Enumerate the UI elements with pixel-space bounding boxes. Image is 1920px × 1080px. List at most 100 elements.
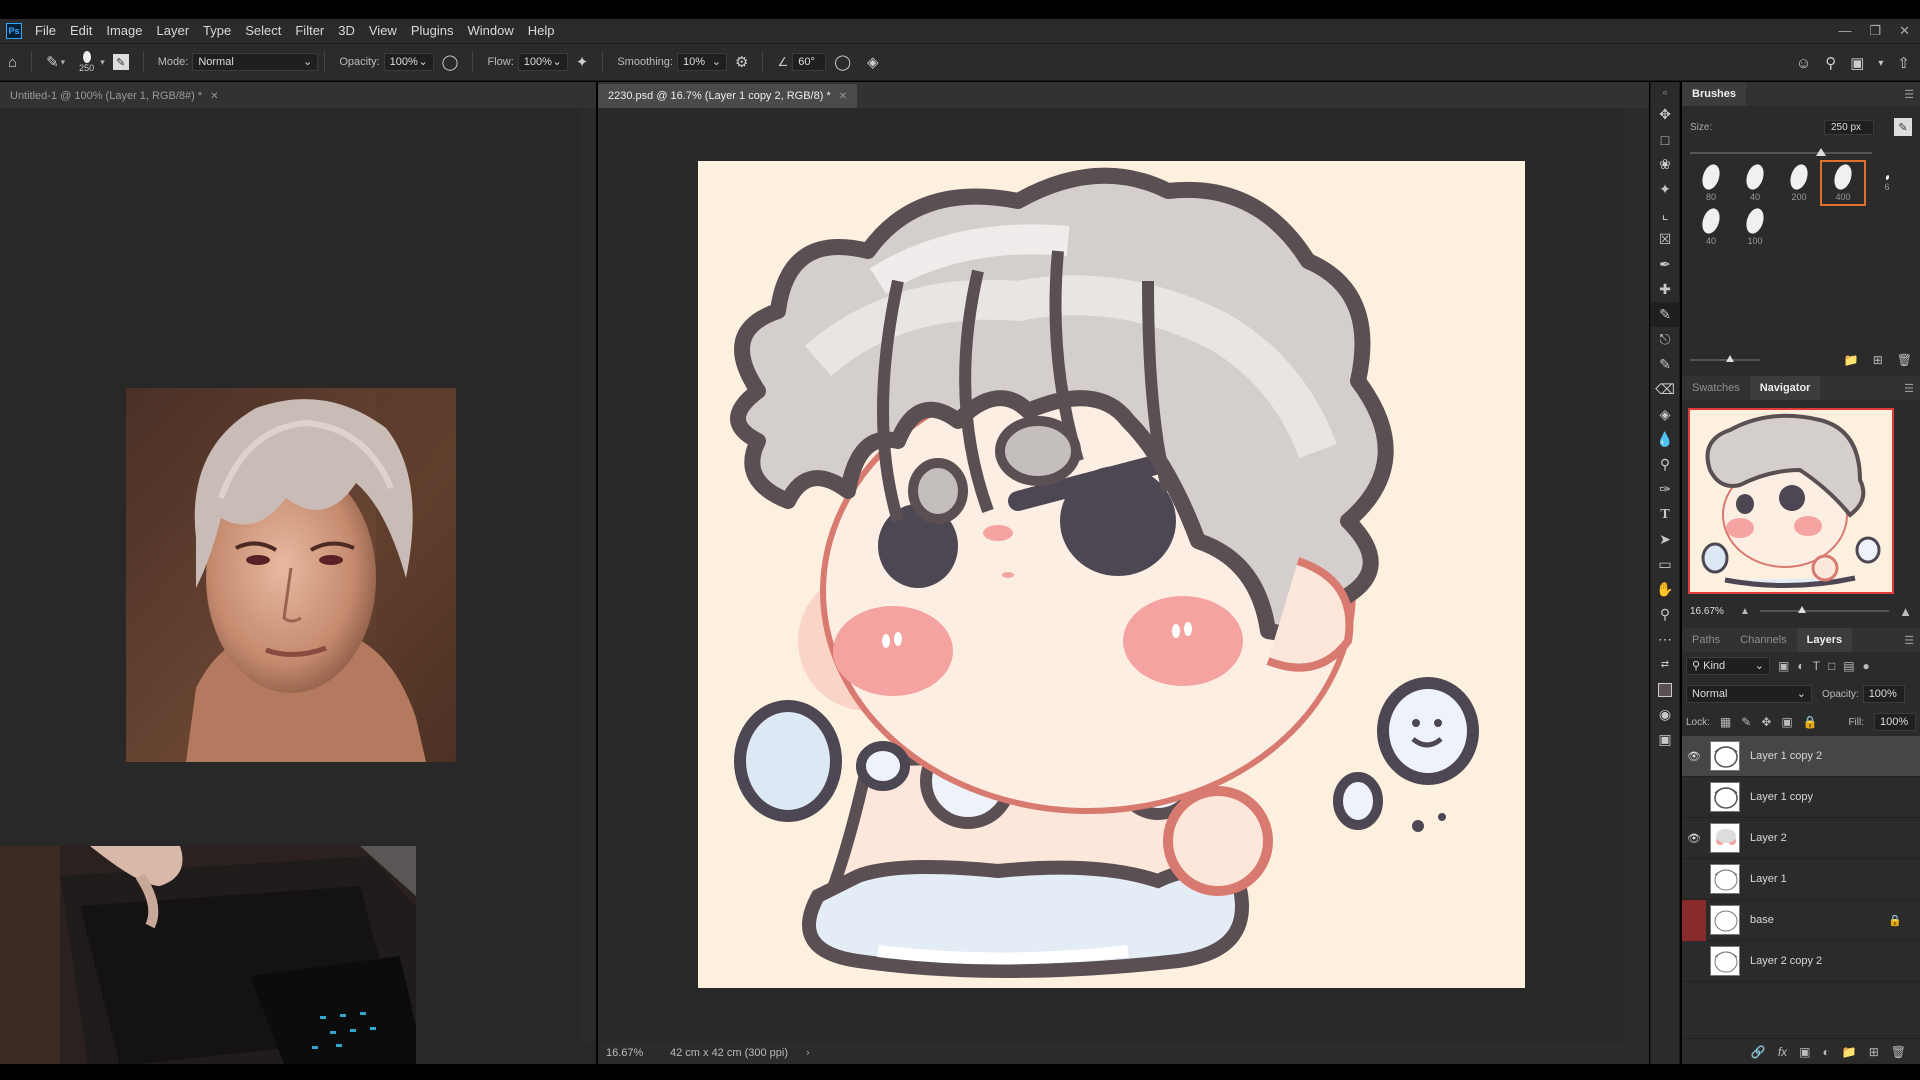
layer-row[interactable]: Layer 1 copy [1682, 777, 1920, 818]
type-tool-icon[interactable]: T [1651, 502, 1679, 527]
mode-dropdown[interactable]: Normal ⌄ [192, 53, 319, 71]
scrollbar-vertical[interactable] [580, 108, 596, 1042]
tab-layers[interactable]: Layers [1796, 628, 1853, 652]
folder-icon[interactable]: 📁 [1842, 1045, 1857, 1059]
tab-navigator[interactable]: Navigator [1749, 376, 1821, 400]
fill-field[interactable]: 100% [1874, 713, 1916, 731]
lock-transparent-icon[interactable]: ▦ [1720, 715, 1731, 729]
zoom-tool-icon[interactable]: ⚲ [1651, 602, 1679, 627]
hand-tool-icon[interactable]: ✋ [1651, 577, 1679, 602]
foreground-color[interactable] [1658, 682, 1672, 697]
navigator-zoom-value[interactable]: 16.67% [1690, 606, 1740, 617]
paint-bucket-icon[interactable]: ◈ [1651, 402, 1679, 427]
brush-preset-picker[interactable]: 250 [79, 51, 94, 73]
search-icon[interactable]: ⚲ [1825, 54, 1836, 72]
navigator-viewport[interactable] [1688, 408, 1894, 594]
brush-settings-icon[interactable]: ✎ [112, 54, 129, 70]
opacity-field[interactable]: 100% ⌄ [383, 53, 434, 71]
lasso-tool-icon[interactable]: ❀ [1651, 152, 1679, 177]
path-select-icon[interactable]: ➤ [1651, 527, 1679, 552]
menu-layer[interactable]: Layer [150, 19, 197, 43]
link-icon[interactable]: 🔗 [1751, 1045, 1766, 1059]
eraser-icon[interactable]: ⌫ [1651, 377, 1679, 402]
flow-field[interactable]: 100% ⌄ [517, 53, 568, 71]
layer-opacity-field[interactable]: 100% [1862, 685, 1905, 703]
size-field[interactable]: 250 px [1824, 119, 1874, 135]
collapse-icon[interactable]: « [1651, 82, 1679, 102]
filter-kind-dropdown[interactable]: ⚲ Kind ⌄ [1686, 657, 1770, 675]
trash-icon[interactable]: 🗑 [1897, 353, 1912, 367]
brush-preset[interactable]: 80 [1690, 162, 1732, 204]
frame-tool-icon[interactable]: ☒ [1651, 227, 1679, 252]
tab-channels[interactable]: Channels [1730, 628, 1796, 652]
panel-menu-icon[interactable]: ☰ [1904, 382, 1914, 395]
history-brush-icon[interactable]: ✎ [1651, 352, 1679, 377]
stamp-tool-icon[interactable]: ⎋ [1651, 327, 1679, 352]
lock-pixels-icon[interactable]: ✎ [1741, 715, 1751, 729]
layer-row[interactable]: base 🔒 [1682, 899, 1920, 941]
layer-row[interactable]: 👁 Layer 2 [1682, 818, 1920, 859]
screen-mode-icon[interactable]: ▣ [1651, 727, 1679, 752]
size-slider[interactable] [1690, 148, 1912, 158]
smoothing-field[interactable]: 10% ⌄ [676, 53, 727, 71]
slider-thumb[interactable] [1816, 148, 1826, 156]
panel-menu-icon[interactable]: ☰ [1904, 88, 1914, 101]
healing-brush-icon[interactable]: ✚ [1651, 277, 1679, 302]
tab-paths[interactable]: Paths [1682, 628, 1730, 652]
filter-toggle-icon[interactable]: ● [1863, 659, 1870, 673]
minimize-icon[interactable]: — [1838, 19, 1851, 43]
share-user-icon[interactable]: ☺ [1796, 55, 1811, 72]
visibility-toggle[interactable] [1682, 899, 1706, 941]
gear-icon[interactable]: ⚙ [735, 53, 748, 71]
pressure-opacity-icon[interactable]: ◯ [442, 53, 459, 71]
chevron-down-icon[interactable]: ▾ [1878, 58, 1883, 69]
tab-brushes[interactable]: Brushes [1682, 82, 1747, 106]
brush-preset[interactable]: 6 [1866, 162, 1908, 204]
more-tools-icon[interactable]: ⋯ [1651, 627, 1679, 652]
add-icon[interactable]: ⊞ [1873, 353, 1883, 367]
swap-colors-icon[interactable]: ⇄ [1651, 652, 1679, 677]
restore-icon[interactable]: ❐ [1869, 19, 1881, 43]
menu-filter[interactable]: Filter [288, 19, 331, 43]
marquee-tool-icon[interactable]: □ [1651, 127, 1679, 152]
adjustment-icon[interactable]: ◐ [1823, 1045, 1830, 1059]
brush-tool-icon[interactable]: ✎ [1651, 302, 1679, 327]
menu-3d[interactable]: 3D [331, 19, 362, 43]
brush-preset[interactable]: 40 [1734, 162, 1776, 204]
filter-smart-object-icon[interactable]: ▤ [1843, 659, 1854, 673]
chevron-right-icon[interactable]: › [806, 1047, 810, 1059]
menu-plugins[interactable]: Plugins [404, 19, 461, 43]
tab-untitled-1[interactable]: Untitled-1 @ 100% (Layer 1, RGB/8#) * ✕ [0, 84, 229, 108]
tab-2230-psd[interactable]: 2230.psd @ 16.7% (Layer 1 copy 2, RGB/8)… [598, 84, 858, 108]
add-icon[interactable]: ⊞ [1869, 1045, 1879, 1059]
pen-tool-icon[interactable]: ✑ [1651, 477, 1679, 502]
crop-tool-icon[interactable]: ⌞ [1651, 202, 1679, 227]
close-icon[interactable]: ✕ [839, 91, 847, 102]
color-swatches-icon[interactable] [1651, 677, 1679, 702]
magic-wand-icon[interactable]: ✦ [1651, 177, 1679, 202]
mask-icon[interactable]: ▣ [1799, 1045, 1810, 1059]
menu-select[interactable]: Select [238, 19, 288, 43]
zoom-out-icon[interactable]: ▲ [1740, 606, 1750, 617]
airbrush-icon[interactable]: ✦ [576, 53, 589, 71]
pressure-size-icon[interactable]: ◯ [834, 53, 851, 71]
menu-file[interactable]: File [28, 19, 63, 43]
tab-swatches[interactable]: Swatches [1682, 376, 1750, 400]
blend-mode-dropdown[interactable]: Normal ⌄ [1686, 685, 1812, 703]
filter-adjustment-icon[interactable]: ◐ [1797, 659, 1804, 673]
new-brush-icon[interactable]: ✎ [1894, 118, 1912, 136]
folder-icon[interactable]: 📁 [1844, 353, 1859, 367]
preview-size-slider[interactable] [1690, 355, 1760, 362]
navigator-zoom-slider[interactable] [1759, 606, 1890, 613]
filter-shape-icon[interactable]: □ [1828, 659, 1835, 673]
menu-edit[interactable]: Edit [63, 19, 99, 43]
menu-image[interactable]: Image [99, 19, 149, 43]
dodge-tool-icon[interactable]: ⚲ [1651, 452, 1679, 477]
panel-menu-icon[interactable]: ☰ [1904, 634, 1914, 647]
brush-tool-icon[interactable]: ✎ [46, 53, 59, 71]
blur-tool-icon[interactable]: 💧 [1651, 427, 1679, 452]
menu-help[interactable]: Help [521, 19, 562, 43]
artwork-canvas[interactable] [698, 161, 1525, 988]
home-icon[interactable]: ⌂ [8, 54, 17, 71]
zoom-readout[interactable]: 16.67% [606, 1047, 670, 1059]
